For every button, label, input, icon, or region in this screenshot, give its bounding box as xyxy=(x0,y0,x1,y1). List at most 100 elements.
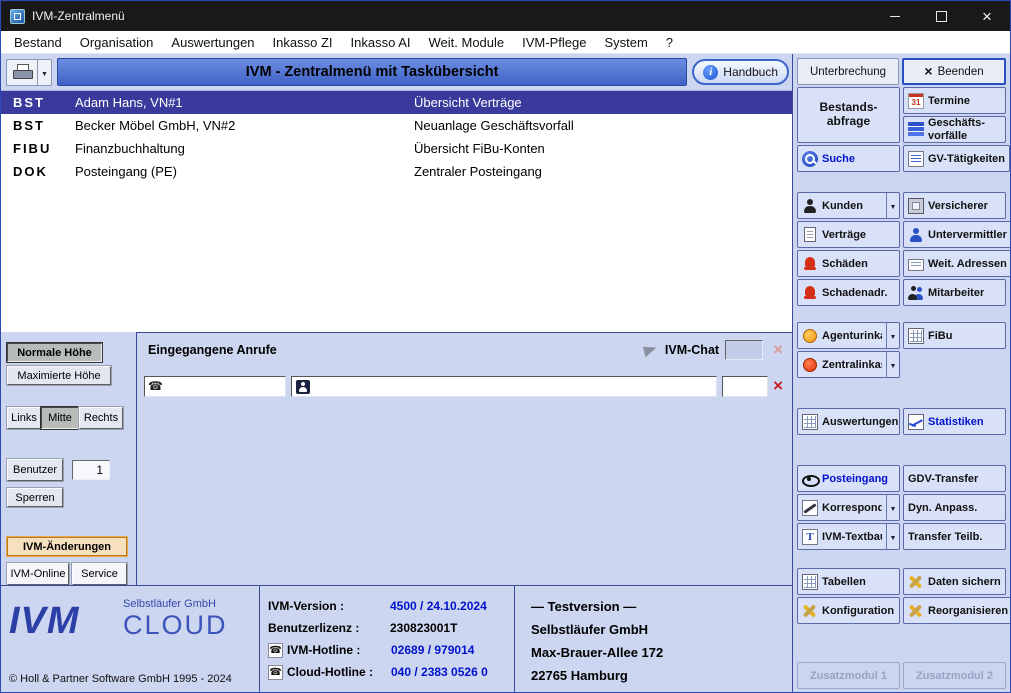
ivm-textbaust-dropdown[interactable] xyxy=(886,524,899,550)
fibu-button[interactable]: FiBu xyxy=(903,322,1006,350)
gdv-transfer-label: GDV-Transfer xyxy=(908,472,979,485)
bell-icon xyxy=(802,256,818,272)
close-button[interactable] xyxy=(964,1,1010,31)
termine-button[interactable]: Termine xyxy=(903,87,1006,115)
geschaeftsvorfaelle-label: Geschäfts-vorfälle xyxy=(928,117,985,142)
incoming-calls-panel: Eingegangene Anrufe IVM-Chat xyxy=(136,332,792,585)
menu-system[interactable]: System xyxy=(595,31,656,54)
korrespondenz-button[interactable]: Korrespondenz xyxy=(797,494,900,522)
handbuch-button[interactable]: Handbuch xyxy=(692,59,789,85)
korrespondenz-dropdown[interactable] xyxy=(886,495,899,521)
minimize-button[interactable] xyxy=(872,1,918,31)
versicherer-button[interactable]: Versicherer xyxy=(903,192,1006,220)
agenturinkasso-button[interactable]: Agenturinkasso xyxy=(797,322,900,350)
gv-taetigkeiten-button[interactable]: GV-Tätigkeiten xyxy=(903,145,1010,173)
caller-number-field[interactable] xyxy=(144,376,286,397)
caller-name-field[interactable] xyxy=(291,376,718,397)
logo-firm-label: Selbstläufer GmbH xyxy=(123,598,216,610)
menu-weit-module[interactable]: Weit. Module xyxy=(420,31,514,54)
cloud-logo: CLOUD xyxy=(123,610,228,640)
schadenadr-button[interactable]: Schadenadr. xyxy=(797,279,900,307)
unterbrechung-button[interactable]: Unterbrechung xyxy=(797,58,899,85)
tools-icon xyxy=(908,574,924,590)
ivm-aenderungen-button[interactable]: IVM-Änderungen xyxy=(6,536,128,557)
benutzer-count-field[interactable]: 1 xyxy=(72,460,110,480)
task-row[interactable]: DOK Posteingang (PE) Zentraler Posteinga… xyxy=(1,160,792,183)
beenden-button[interactable]: Beenden xyxy=(902,58,1006,85)
vertraege-button[interactable]: Verträge xyxy=(797,221,900,249)
sperren-button[interactable]: Sperren xyxy=(6,487,64,508)
menu-auswertungen[interactable]: Auswertungen xyxy=(162,31,263,54)
task-row[interactable]: BST Becker Möbel GmbH, VN#2 Neuanlage Ge… xyxy=(1,114,792,137)
menu-organisation[interactable]: Organisation xyxy=(71,31,163,54)
zentralinkasso-dropdown[interactable] xyxy=(886,352,899,378)
kunden-dropdown[interactable] xyxy=(886,193,899,219)
phone-icon xyxy=(148,379,164,395)
menu-bestand[interactable]: Bestand xyxy=(5,31,71,54)
posteingang-button[interactable]: Posteingang xyxy=(797,465,900,493)
task-desc: Übersicht Verträge xyxy=(414,95,522,110)
transfer-teilb-button[interactable]: Transfer Teilb. xyxy=(903,523,1006,551)
ivm-chat-label[interactable]: IVM-Chat xyxy=(665,343,719,357)
auswertungen-button[interactable]: Auswertungen xyxy=(797,408,900,436)
benutzer-button[interactable]: Benutzer xyxy=(6,458,64,482)
version-value: 4500 / 24.10.2024 xyxy=(390,599,487,613)
schaeden-button[interactable]: Schäden xyxy=(797,250,900,278)
tabellen-label: Tabellen xyxy=(822,575,866,588)
mitarbeiter-button[interactable]: Mitarbeiter xyxy=(903,279,1006,307)
toolbar: IVM - Zentralmenü mit Taskübersicht Hand… xyxy=(1,54,792,90)
menu-help[interactable]: ? xyxy=(657,31,682,54)
ivm-online-button[interactable]: IVM-Online xyxy=(6,562,70,586)
service-button[interactable]: Service xyxy=(71,562,128,586)
maximierte-hoehe-button[interactable]: Maximierte Höhe xyxy=(6,365,112,386)
task-row[interactable]: BST Adam Hans, VN#1 Übersicht Verträge xyxy=(1,91,792,114)
konfiguration-button[interactable]: Konfiguration xyxy=(797,597,900,625)
print-dropdown[interactable] xyxy=(37,59,51,85)
menu-ivm-pflege[interactable]: IVM-Pflege xyxy=(513,31,595,54)
zentralinkasso-button[interactable]: Zentralinkasso xyxy=(797,351,900,379)
gdv-transfer-button[interactable]: GDV-Transfer xyxy=(903,465,1006,493)
schadenadr-label: Schadenadr. xyxy=(822,286,888,299)
print-button[interactable] xyxy=(6,58,52,86)
chevron-down-icon xyxy=(890,200,897,212)
zentralinkasso-label: Zentralinkasso xyxy=(822,358,882,371)
calls-extra-field[interactable] xyxy=(722,376,769,397)
cloud-hotline-row: Cloud-Hotline : 040 / 2383 0526 0 xyxy=(268,661,508,683)
daten-sichern-button[interactable]: Daten sichern xyxy=(903,568,1006,596)
maximize-button[interactable] xyxy=(918,1,964,31)
transfer-teilb-label: Transfer Teilb. xyxy=(908,530,983,543)
cloud-hotline-label: Cloud-Hotline : xyxy=(287,665,373,679)
chevron-down-icon xyxy=(890,359,897,371)
clear-call-button[interactable] xyxy=(773,377,783,396)
dyn-anpass-button[interactable]: Dyn. Anpass. xyxy=(903,494,1006,522)
normale-hoehe-button[interactable]: Normale Höhe xyxy=(6,342,103,363)
tabellen-button[interactable]: Tabellen xyxy=(797,568,900,596)
kunden-button[interactable]: Kunden xyxy=(797,192,900,220)
hotline-value: 02689 / 979014 xyxy=(391,643,475,657)
agenturinkasso-label: Agenturinkasso xyxy=(822,329,882,342)
posteingang-label: Posteingang xyxy=(822,472,889,485)
version-label: IVM-Version : xyxy=(268,599,345,613)
menu-inkasso-ai[interactable]: Inkasso AI xyxy=(342,31,420,54)
weit-adressen-button[interactable]: Weit. Adressen xyxy=(903,250,1010,278)
untervermittler-label: Untervermittler xyxy=(928,228,1007,241)
calls-fields-row xyxy=(137,367,792,397)
agenturinkasso-dropdown[interactable] xyxy=(886,323,899,349)
mitte-button[interactable]: Mitte xyxy=(40,406,80,430)
window-title: IVM-Zentralmenü xyxy=(32,9,125,23)
ivm-textbaust-button[interactable]: IVM-Textbaust. xyxy=(797,523,900,551)
links-button[interactable]: Links xyxy=(6,406,42,430)
suche-button[interactable]: Suche xyxy=(797,145,900,173)
reorganisieren-label: Reorganisieren xyxy=(928,604,1009,617)
rechts-button[interactable]: Rechts xyxy=(78,406,124,430)
license-value: 230823001T xyxy=(390,621,458,635)
ivm-textbaust-label: IVM-Textbaust. xyxy=(822,530,882,543)
geschaeftsvorfaelle-button[interactable]: Geschäfts-vorfälle xyxy=(903,116,1006,144)
phone-icon xyxy=(268,664,283,680)
task-row[interactable]: FIBU Finanzbuchhaltung Übersicht FiBu-Ko… xyxy=(1,137,792,160)
bestandsabfrage-button[interactable]: Bestands-abfrage xyxy=(797,87,900,144)
untervermittler-button[interactable]: Untervermittler xyxy=(903,221,1010,249)
reorganisieren-button[interactable]: Reorganisieren xyxy=(903,597,1010,625)
menu-inkasso-zi[interactable]: Inkasso ZI xyxy=(264,31,342,54)
statistiken-button[interactable]: Statistiken xyxy=(903,408,1006,436)
